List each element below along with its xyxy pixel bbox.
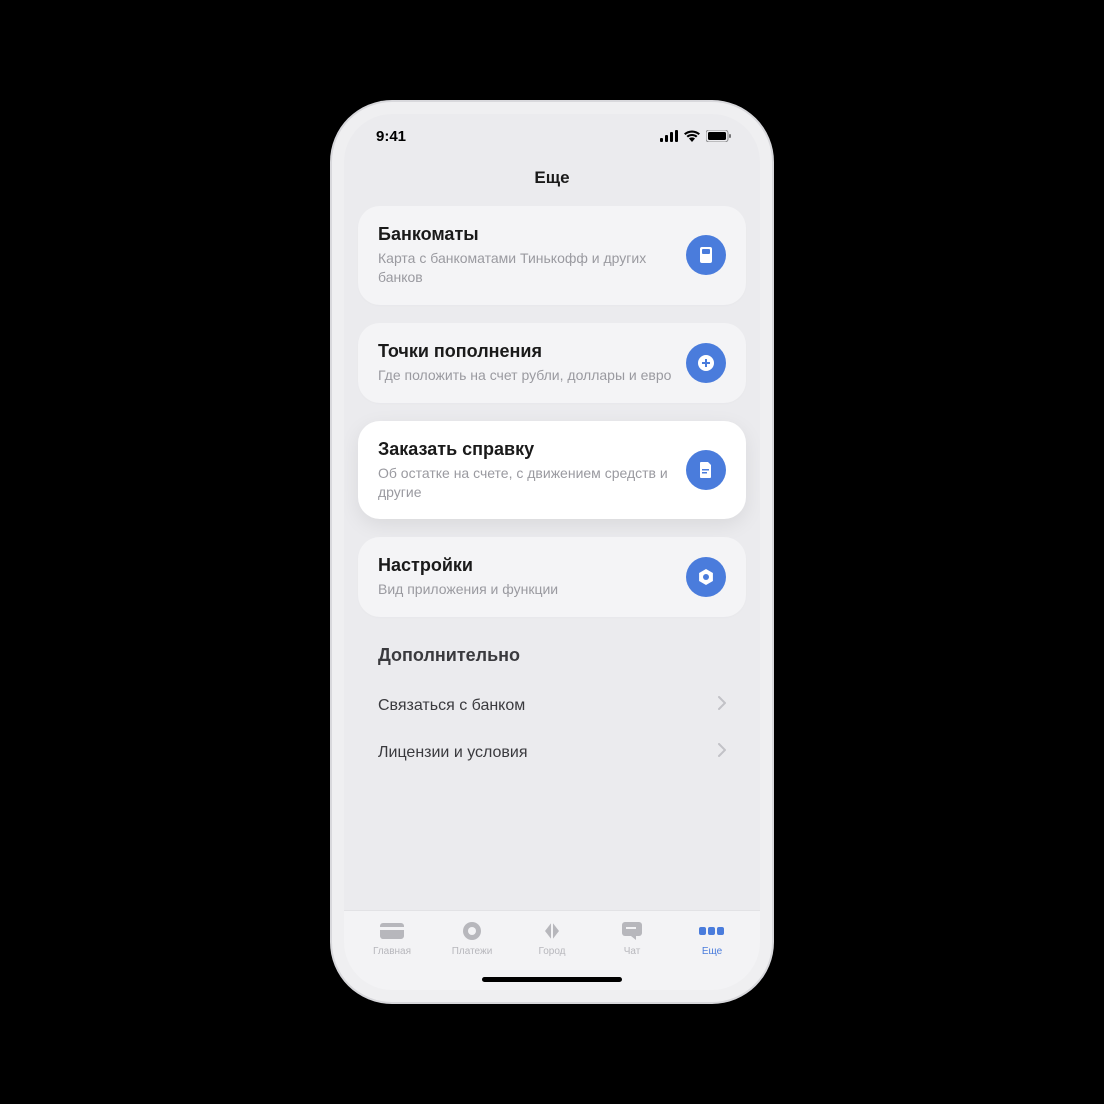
card-topup[interactable]: Точки пополнения Где положить на счет ру…	[358, 323, 746, 403]
city-icon	[538, 919, 566, 943]
payments-icon	[458, 919, 486, 943]
home-indicator[interactable]	[482, 977, 622, 982]
card-title: Банкоматы	[378, 224, 672, 245]
tab-label: Чат	[624, 946, 641, 957]
gear-icon	[686, 557, 726, 597]
card-settings[interactable]: Настройки Вид приложения и функции	[358, 537, 746, 617]
section-title: Дополнительно	[364, 635, 740, 682]
card-title: Настройки	[378, 555, 672, 576]
row-contact-bank[interactable]: Связаться с банком	[364, 682, 740, 729]
row-licenses[interactable]: Лицензии и условия	[364, 729, 740, 776]
additional-section: Дополнительно Связаться с банком Лицензи…	[358, 635, 746, 776]
tab-label: Платежи	[452, 946, 493, 957]
plus-circle-icon	[686, 343, 726, 383]
card-subtitle: Вид приложения и функции	[378, 580, 672, 599]
tab-chat[interactable]: Чат	[592, 919, 672, 957]
wifi-icon	[684, 130, 700, 142]
tab-label: Еще	[702, 946, 722, 957]
page-title: Еще	[344, 158, 760, 206]
tab-label: Город	[538, 946, 565, 957]
chat-icon	[618, 919, 646, 943]
phone-frame: 9:41 Еще Банкоматы Карта с банкоматами Т…	[332, 102, 772, 1002]
card-icon	[378, 919, 406, 943]
card-subtitle: Карта с банкоматами Тинькофф и других ба…	[378, 249, 672, 287]
card-title: Заказать справку	[378, 439, 672, 460]
status-indicators	[660, 130, 732, 142]
status-time: 9:41	[376, 128, 406, 145]
more-icon	[698, 919, 726, 943]
tab-label: Главная	[373, 946, 411, 957]
row-label: Лицензии и условия	[378, 744, 528, 762]
chevron-right-icon	[718, 743, 726, 762]
chevron-right-icon	[718, 696, 726, 715]
card-subtitle: Где положить на счет рубли, доллары и ев…	[378, 366, 672, 385]
document-icon	[686, 450, 726, 490]
cellular-signal-icon	[660, 130, 678, 142]
atm-icon	[686, 235, 726, 275]
card-order-doc[interactable]: Заказать справку Об остатке на счете, с …	[358, 421, 746, 520]
row-label: Связаться с банком	[378, 697, 525, 715]
content: Банкоматы Карта с банкоматами Тинькофф и…	[344, 206, 760, 910]
tab-payments[interactable]: Платежи	[432, 919, 512, 957]
card-subtitle: Об остатке на счете, с движением средств…	[378, 464, 672, 502]
tab-home[interactable]: Главная	[352, 919, 432, 957]
battery-icon	[706, 130, 732, 142]
tab-more[interactable]: Еще	[672, 919, 752, 957]
screen: 9:41 Еще Банкоматы Карта с банкоматами Т…	[344, 114, 760, 990]
card-atms[interactable]: Банкоматы Карта с банкоматами Тинькофф и…	[358, 206, 746, 305]
status-bar: 9:41	[344, 114, 760, 158]
tab-city[interactable]: Город	[512, 919, 592, 957]
card-title: Точки пополнения	[378, 341, 672, 362]
